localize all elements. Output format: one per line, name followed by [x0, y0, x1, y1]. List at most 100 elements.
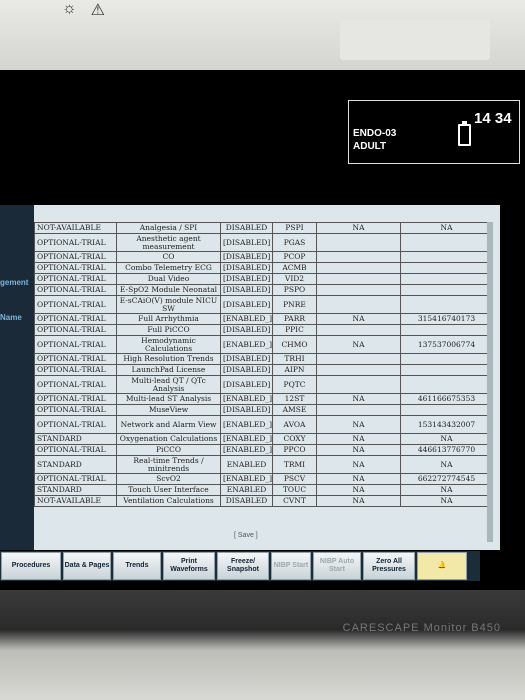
state-cell: ENABLED	[220, 484, 273, 496]
state-cell: [ENABLED_]	[220, 433, 273, 445]
data-pages-button[interactable]: Data & Pages	[63, 552, 111, 580]
code-cell: PGAS	[272, 233, 317, 252]
status-cell: OPTIONAL-TRIAL	[34, 295, 117, 314]
table-row[interactable]: NOT-AVAILABLE Analgesia / SPI DISABLED PSPI…	[34, 222, 493, 234]
option-cell: NA	[316, 393, 401, 405]
alarm-bell-button[interactable]: 🔔	[417, 552, 467, 580]
procedures-button[interactable]: Procedures	[1, 552, 61, 580]
code-cell: TRHI	[272, 353, 317, 365]
table-row[interactable]: OPTIONAL-TRIAL CO [DISABLED] PCOP	[34, 251, 493, 263]
status-cell: OPTIONAL-TRIAL	[34, 444, 117, 456]
patient-category: ADULT	[353, 141, 387, 152]
function-cell: Ventilation Calculations	[116, 495, 221, 507]
status-cell: OPTIONAL-TRIAL	[34, 353, 117, 365]
code-cell: 12ST	[272, 393, 317, 405]
status-cell: STANDARD	[34, 455, 117, 474]
table-row[interactable]: OPTIONAL-TRIAL Multi-lead ST Analysis [ENA…	[34, 393, 493, 405]
key-cell: NA	[400, 222, 493, 234]
sun-icon: ☼	[62, 0, 77, 17]
left-menu-item-management[interactable]: gement	[0, 278, 28, 287]
table-row[interactable]: OPTIONAL-TRIAL MuseView [DISABLED] AMSE	[34, 404, 493, 416]
key-cell: 153143432007	[400, 415, 493, 434]
function-cell: High Resolution Trends	[116, 353, 221, 365]
table-row[interactable]: OPTIONAL-TRIAL E-sCAiO(V) module NICU SW[…	[34, 295, 493, 314]
status-cell: OPTIONAL-TRIAL	[34, 233, 117, 252]
nibp-start-button[interactable]: NIBP Start	[271, 552, 311, 580]
table-row[interactable]: STANDARD Touch User Interface ENABLED TOUC N…	[34, 484, 493, 496]
code-cell: AIPN	[272, 364, 317, 376]
table-row[interactable]: NOT-AVAILABLE Ventilation Calculations DIS…	[34, 495, 493, 507]
code-cell: PSCV	[272, 473, 317, 485]
table-row[interactable]: OPTIONAL-TRIAL Full Arrhythmia [ENABLED_] P…	[34, 313, 493, 325]
option-cell: NA	[316, 222, 401, 234]
nibp-auto-start-button[interactable]: NIBP Auto Start	[313, 552, 361, 580]
table-row[interactable]: OPTIONAL-TRIAL High Resolution Trends [DIS…	[34, 353, 493, 365]
code-cell: CHMO	[272, 335, 317, 354]
key-cell: 137537006774	[400, 335, 493, 354]
function-cell: MuseView	[116, 404, 221, 416]
function-cell: Dual Video	[116, 273, 221, 285]
code-cell: CVNT	[272, 495, 317, 507]
status-cell: NOT-AVAILABLE	[34, 495, 117, 507]
function-cell: Analgesia / SPI	[116, 222, 221, 234]
table-scrollbar[interactable]	[487, 222, 493, 542]
status-cell: OPTIONAL-TRIAL	[34, 473, 117, 485]
table-row[interactable]: OPTIONAL-TRIAL Full PiCCO [DISABLED] PPIC	[34, 324, 493, 336]
option-cell	[316, 404, 401, 416]
code-cell: COXY	[272, 433, 317, 445]
freeze-snapshot-button[interactable]: Freeze/ Snapshot	[217, 552, 269, 580]
key-cell: 662272774545	[400, 473, 493, 485]
table-row[interactable]: OPTIONAL-TRIAL Network and Alarm View [ENA…	[34, 415, 493, 434]
table-row[interactable]: OPTIONAL-TRIAL ScvO2 [ENABLED_] PSCV NA 66227…	[34, 473, 493, 485]
option-cell	[316, 284, 401, 296]
table-row[interactable]: OPTIONAL-TRIAL Combo Telemetry ECG [DISABL…	[34, 262, 493, 274]
option-cell: NA	[316, 473, 401, 485]
state-cell: DISABLED	[220, 495, 273, 507]
table-row[interactable]: OPTIONAL-TRIAL LaunchPad License [DISABLED…	[34, 364, 493, 376]
key-cell	[400, 324, 493, 336]
save-button[interactable]: [ Save ]	[234, 532, 258, 539]
battery-icon	[458, 121, 471, 146]
key-cell: NA	[400, 484, 493, 496]
function-cell: Full Arrhythmia	[116, 313, 221, 325]
key-cell	[400, 233, 493, 252]
print-waveforms-button[interactable]: Print Waveforms	[163, 552, 215, 580]
option-cell: NA	[316, 444, 401, 456]
state-cell: [DISABLED]	[220, 284, 273, 296]
left-menu-item-name[interactable]: Name	[0, 313, 22, 322]
table-row[interactable]: STANDARD Oxygenation Calculations [ENABLED…	[34, 433, 493, 445]
option-cell	[316, 273, 401, 285]
zero-all-pressures-button[interactable]: Zero All Pressures	[363, 552, 415, 580]
key-cell	[400, 404, 493, 416]
monitor-bezel-top: ☼ ⚠	[0, 0, 525, 70]
table-row[interactable]: OPTIONAL-TRIAL PiCCO [ENABLED_] PPCO NA 44661…	[34, 444, 493, 456]
table-row[interactable]: OPTIONAL-TRIAL Dual Video [DISABLED] VID2	[34, 273, 493, 285]
key-cell: NA	[400, 495, 493, 507]
function-cell: LaunchPad License	[116, 364, 221, 376]
function-cell: Touch User Interface	[116, 484, 221, 496]
state-cell: [DISABLED]	[220, 295, 273, 314]
option-cell: NA	[316, 433, 401, 445]
table-row[interactable]: OPTIONAL-TRIAL Hemodynamic Calculations [E…	[34, 335, 493, 354]
code-cell: PARR	[272, 313, 317, 325]
option-cell	[316, 262, 401, 274]
monitor-bezel-bottom	[0, 590, 525, 700]
function-cell: Real-time Trends / minitrends	[116, 455, 221, 474]
key-cell: NA	[400, 455, 493, 474]
trends-button[interactable]: Trends	[113, 552, 161, 580]
bezel-sticker	[340, 20, 490, 60]
alarm-bell-icon: 🔔	[437, 562, 447, 569]
key-cell	[400, 375, 493, 394]
state-cell: [DISABLED]	[220, 233, 273, 252]
function-cell: ScvO2	[116, 473, 221, 485]
option-cell	[316, 353, 401, 365]
table-row[interactable]: OPTIONAL-TRIAL E-SpO2 Module Neonatal [DIS…	[34, 284, 493, 296]
table-row[interactable]: OPTIONAL-TRIAL Multi-lead QT / QTc Analys…	[34, 375, 493, 394]
option-cell: NA	[316, 495, 401, 507]
code-cell: TOUC	[272, 484, 317, 496]
key-cell	[400, 284, 493, 296]
key-cell	[400, 364, 493, 376]
table-row[interactable]: STANDARD Real-time Trends / minitrends ENA…	[34, 455, 493, 474]
table-row[interactable]: OPTIONAL-TRIAL Anesthetic agent measureme…	[34, 233, 493, 252]
monitor-brand-label: CARESCAPE Monitor B450	[342, 622, 501, 634]
